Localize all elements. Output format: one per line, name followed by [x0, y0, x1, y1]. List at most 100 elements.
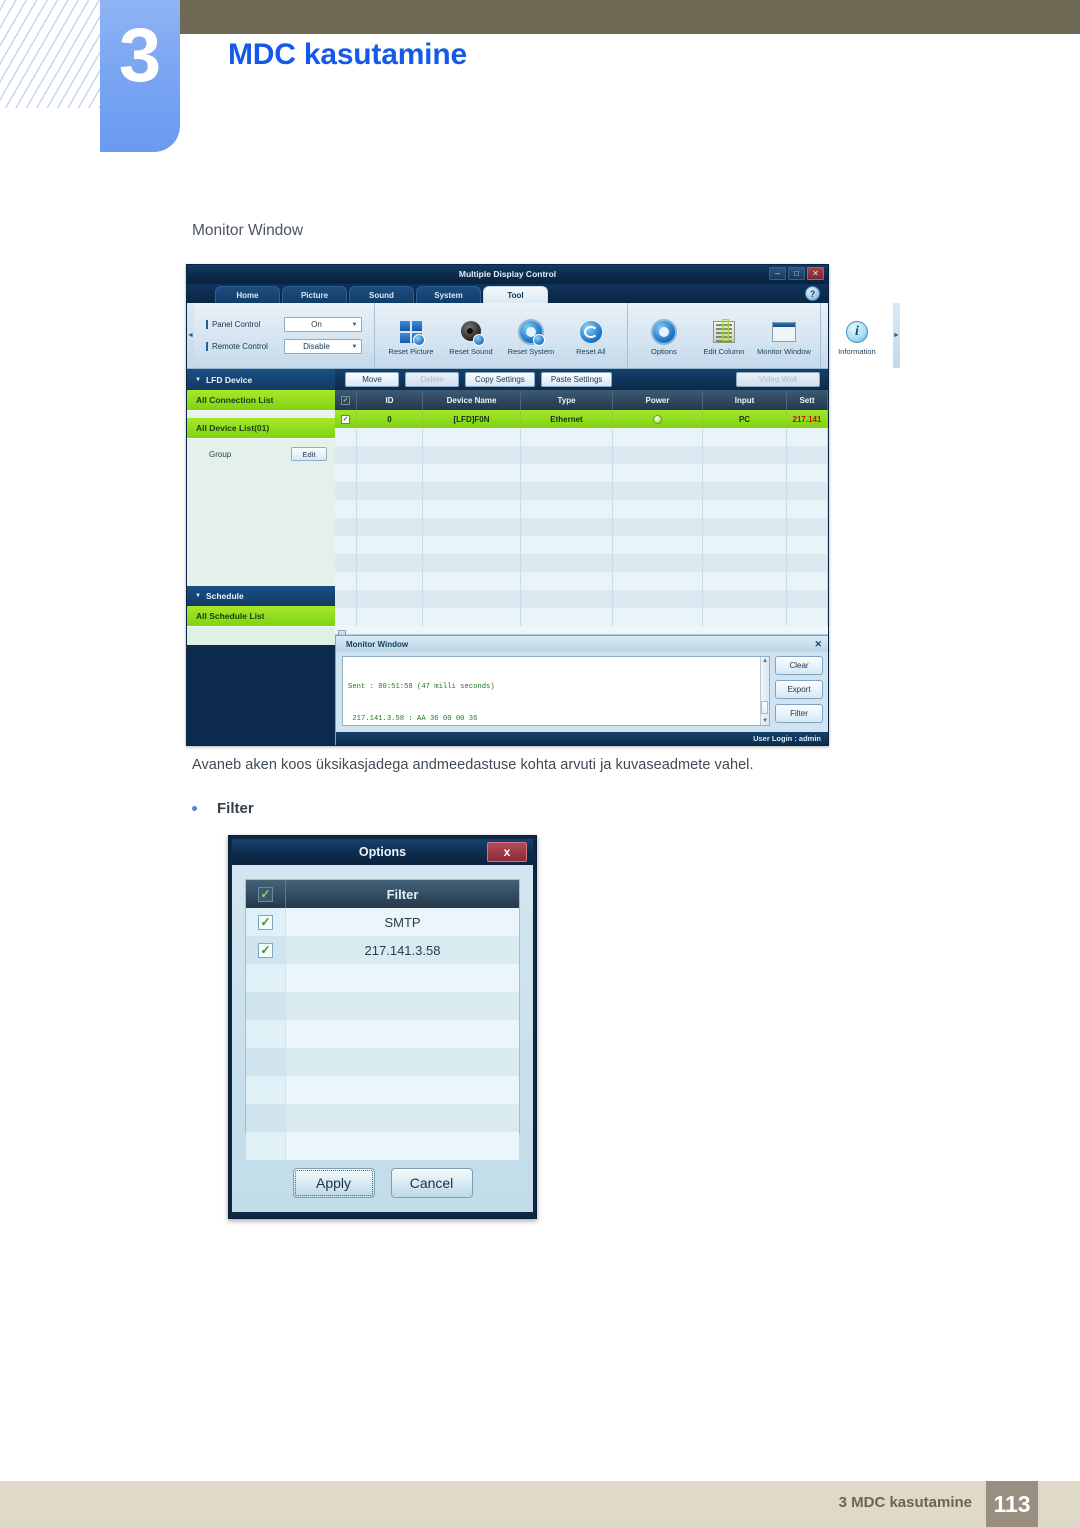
- list-item[interactable]: [246, 992, 519, 1020]
- header-power[interactable]: Power: [613, 390, 703, 410]
- tab-sound[interactable]: Sound: [349, 286, 414, 303]
- monitor-window-header: Monitor Window ✕: [336, 636, 828, 652]
- copy-settings-button[interactable]: Copy Settings: [465, 372, 535, 387]
- user-login-status: User Login : admin: [753, 734, 821, 743]
- maximize-icon[interactable]: □: [788, 267, 805, 280]
- remote-control-dropdown[interactable]: Disable ▼: [283, 339, 362, 354]
- ribbon-scroll-left-icon[interactable]: ◄: [187, 303, 194, 368]
- options-button[interactable]: Options: [634, 315, 694, 356]
- header-input[interactable]: Input: [703, 390, 787, 410]
- move-button[interactable]: Move: [345, 372, 399, 387]
- panel-control-dropdown[interactable]: On ▼: [283, 317, 362, 332]
- list-item[interactable]: [246, 1132, 519, 1160]
- list-item[interactable]: ✓ 217.141.3.58: [246, 936, 519, 964]
- help-icon[interactable]: ?: [805, 286, 820, 301]
- filter-button[interactable]: Filter: [775, 704, 823, 723]
- sidebar-group-row: Group Edit: [187, 439, 335, 469]
- sidebar-item-all-schedule-list[interactable]: All Schedule List: [187, 606, 335, 627]
- paste-settings-button[interactable]: Paste Settings: [540, 372, 613, 387]
- reset-all-button[interactable]: Reset All: [561, 315, 621, 356]
- close-icon[interactable]: ✕: [807, 267, 824, 280]
- mdc-action-bar: ▼ LFD Device Move Delete Copy Settings P…: [187, 369, 828, 390]
- check-icon: ✓: [258, 942, 273, 958]
- row-checkbox[interactable]: ✓: [246, 936, 286, 964]
- list-item[interactable]: ✓ SMTP: [246, 908, 519, 936]
- monitor-window-log[interactable]: Sent : 00:51:58 (47 milli seconds) 217.1…: [342, 656, 770, 726]
- row-type: Ethernet: [521, 410, 613, 428]
- tab-home[interactable]: Home: [215, 286, 280, 303]
- group-edit-button[interactable]: Edit: [291, 447, 327, 461]
- footer-text: 3 MDC kasutamine: [838, 1494, 972, 1511]
- sidebar-schedule-header[interactable]: ▼ Schedule: [187, 586, 335, 606]
- mdc-title-bar: Multiple Display Control – □ ✕: [187, 265, 828, 284]
- table-row[interactable]: ✓ 0 [LFD]F0N Ethernet PC 217.141: [335, 410, 828, 428]
- row-checkbox[interactable]: ✓: [246, 908, 286, 936]
- list-item[interactable]: [246, 1048, 519, 1076]
- header-type[interactable]: Type: [521, 390, 613, 410]
- row-checkbox[interactable]: ✓: [335, 410, 357, 428]
- options-gear-icon: [651, 319, 677, 345]
- filter-row-value: SMTP: [384, 914, 421, 930]
- reset-sound-label: Reset Sound: [449, 347, 493, 356]
- ribbon-scroll-right-icon[interactable]: ►: [892, 303, 900, 368]
- information-button[interactable]: i Information: [827, 315, 887, 356]
- remote-control-value: Disable: [303, 342, 330, 351]
- table-row: [335, 482, 828, 500]
- tab-system[interactable]: System: [416, 286, 481, 303]
- device-table: ✓ ID Device Name Type Power Input Sett ✓…: [335, 390, 828, 645]
- scrollbar-thumb[interactable]: [761, 701, 768, 714]
- scroll-up-icon[interactable]: ▲: [763, 657, 767, 665]
- reset-system-icon: [518, 319, 545, 346]
- header-select-all[interactable]: ✓: [335, 390, 357, 410]
- sidebar-item-all-connection-list[interactable]: All Connection List: [187, 390, 335, 411]
- bullet-filter-label: Filter: [217, 800, 254, 817]
- reset-all-label: Reset All: [576, 347, 606, 356]
- monitor-window-button[interactable]: Monitor Window: [754, 315, 814, 356]
- monitor-window-close-icon[interactable]: ✕: [814, 639, 822, 650]
- reset-sound-button[interactable]: Reset Sound: [441, 315, 501, 356]
- cancel-button[interactable]: Cancel: [390, 1168, 473, 1198]
- header-id[interactable]: ID: [357, 390, 423, 410]
- export-button[interactable]: Export: [775, 680, 823, 699]
- check-icon: ✓: [341, 395, 350, 405]
- reset-picture-button[interactable]: Reset Picture: [381, 315, 441, 356]
- action-buttons: Move Delete Copy Settings Paste Settings…: [335, 372, 828, 387]
- monitor-window-title: Monitor Window: [346, 639, 409, 649]
- panel-control-label: Panel Control: [205, 320, 284, 329]
- panel-control-row: Panel Control On ▼: [205, 317, 362, 332]
- header-setting[interactable]: Sett: [787, 390, 828, 410]
- table-row: [335, 608, 828, 626]
- page-footer: 3 MDC kasutamine 113: [0, 1481, 1080, 1527]
- list-item[interactable]: [246, 964, 519, 992]
- panel-resize-grip[interactable]: [338, 630, 346, 636]
- close-icon[interactable]: x: [487, 842, 527, 862]
- chapter-title: MDC kasutamine: [228, 38, 467, 71]
- sidebar-item-all-device-list[interactable]: All Device List(01): [187, 418, 335, 439]
- reset-system-button[interactable]: Reset System: [501, 315, 561, 356]
- list-item[interactable]: [246, 1020, 519, 1048]
- scroll-down-icon[interactable]: ▼: [763, 717, 767, 725]
- list-item[interactable]: [246, 1076, 519, 1104]
- tab-tool[interactable]: Tool: [483, 286, 548, 303]
- sidebar-lfd-device-header[interactable]: ▼ LFD Device: [187, 369, 335, 390]
- apply-button[interactable]: Apply: [292, 1168, 375, 1198]
- header-device-name[interactable]: Device Name: [423, 390, 521, 410]
- chevron-down-icon: ▼: [351, 321, 358, 328]
- filter-select-all[interactable]: ✓: [246, 880, 286, 908]
- delete-button: Delete: [405, 372, 459, 387]
- bullet-dot-icon: [192, 806, 197, 811]
- list-item[interactable]: [246, 1104, 519, 1132]
- clear-button[interactable]: Clear: [775, 656, 823, 675]
- panel-control-value: On: [311, 320, 322, 329]
- tab-picture[interactable]: Picture: [282, 286, 347, 303]
- remote-control-row: Remote Control Disable ▼: [205, 339, 362, 354]
- mdc-body: All Connection List All Device List(01) …: [187, 390, 828, 645]
- table-row: [335, 554, 828, 572]
- mdc-ribbon: ◄ Panel Control On ▼ Remote Control Disa…: [187, 303, 900, 369]
- minimize-icon[interactable]: –: [769, 267, 786, 280]
- check-icon: ✓: [341, 414, 350, 424]
- edit-column-button[interactable]: Edit Column: [694, 315, 754, 356]
- log-vertical-scrollbar[interactable]: ▲ ▼: [760, 657, 769, 725]
- chevron-down-icon: ▼: [351, 343, 358, 350]
- page-number: 113: [986, 1481, 1038, 1527]
